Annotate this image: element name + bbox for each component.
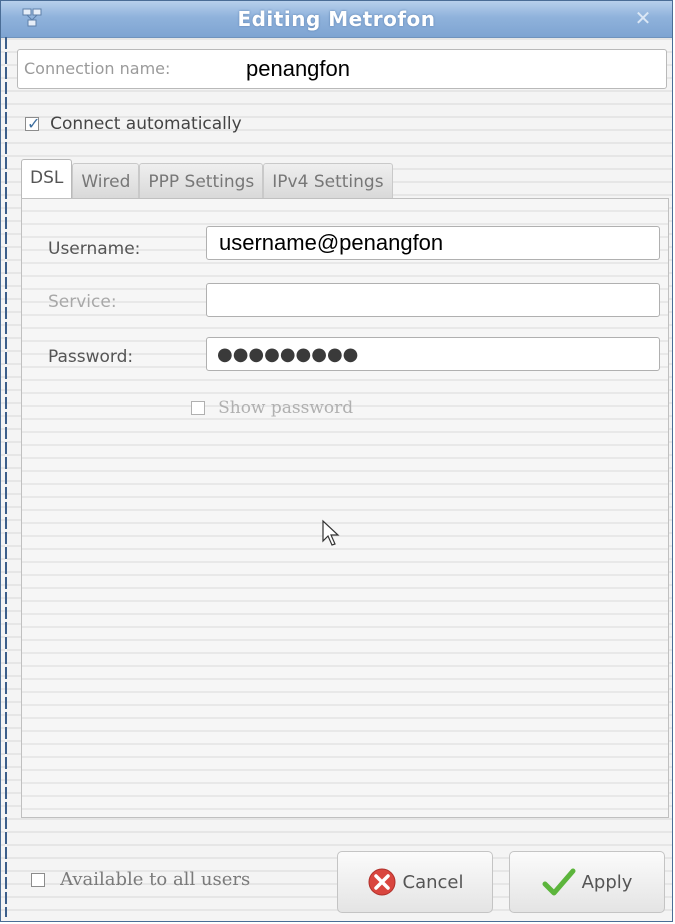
cancel-icon	[368, 868, 395, 896]
connection-name-label: Connection name:	[24, 59, 171, 78]
cancel-label: Cancel	[402, 871, 464, 893]
checkmark-icon: ✓	[27, 113, 41, 133]
show-password-label: Show password	[218, 397, 354, 418]
available-to-all-users-label: Available to all users	[60, 869, 251, 890]
apply-label: Apply	[581, 871, 633, 893]
available-to-all-users-checkbox[interactable]	[31, 872, 45, 887]
username-label: Username:	[48, 239, 141, 259]
checkmark-icon	[542, 868, 576, 896]
connection-name-row: Connection name:	[17, 49, 667, 89]
tab-bar: DSL Wired PPP Settings IPv4 Settings	[21, 159, 393, 199]
available-to-all-users-row[interactable]: Available to all users	[31, 869, 250, 890]
tab-ipv4-settings[interactable]: IPv4 Settings	[263, 163, 393, 199]
tab-dsl[interactable]: DSL	[21, 159, 73, 199]
show-password-row[interactable]: Show password	[191, 397, 353, 418]
username-input[interactable]	[207, 227, 659, 259]
password-mask: ●●●●●●●●●	[217, 344, 359, 365]
apply-button[interactable]: Apply	[509, 851, 665, 913]
show-password-checkbox[interactable]	[191, 400, 205, 415]
username-field[interactable]	[206, 226, 660, 260]
service-field[interactable]	[206, 283, 660, 317]
close-icon[interactable]: ✕	[632, 7, 654, 29]
mouse-pointer-icon	[322, 519, 340, 546]
service-input[interactable]	[207, 284, 659, 316]
title-bar[interactable]: Editing Metrofon ✕	[1, 1, 672, 38]
dialog-footer: Available to all users Cancel Apply	[1, 837, 672, 921]
cancel-button[interactable]: Cancel	[337, 851, 493, 913]
connect-automatically-checkbox[interactable]: ✓	[25, 113, 41, 133]
connect-automatically-row[interactable]: ✓ Connect automatically	[25, 113, 242, 139]
password-label: Password:	[48, 347, 134, 367]
connection-name-input[interactable]	[230, 53, 660, 85]
connect-automatically-label: Connect automatically	[50, 113, 242, 134]
service-label: Service:	[48, 292, 117, 312]
tab-wired[interactable]: Wired	[72, 163, 140, 199]
password-field[interactable]: ●●●●●●●●●	[206, 337, 660, 371]
tab-ppp-settings[interactable]: PPP Settings	[139, 163, 264, 199]
editing-connection-window: Editing Metrofon ✕ Connection name: ✓ Co…	[0, 0, 673, 922]
dsl-panel: Username: Service: Password: ●●●●●●●●●	[21, 198, 669, 818]
window-border	[5, 37, 7, 917]
window-title: Editing Metrofon	[237, 7, 436, 31]
